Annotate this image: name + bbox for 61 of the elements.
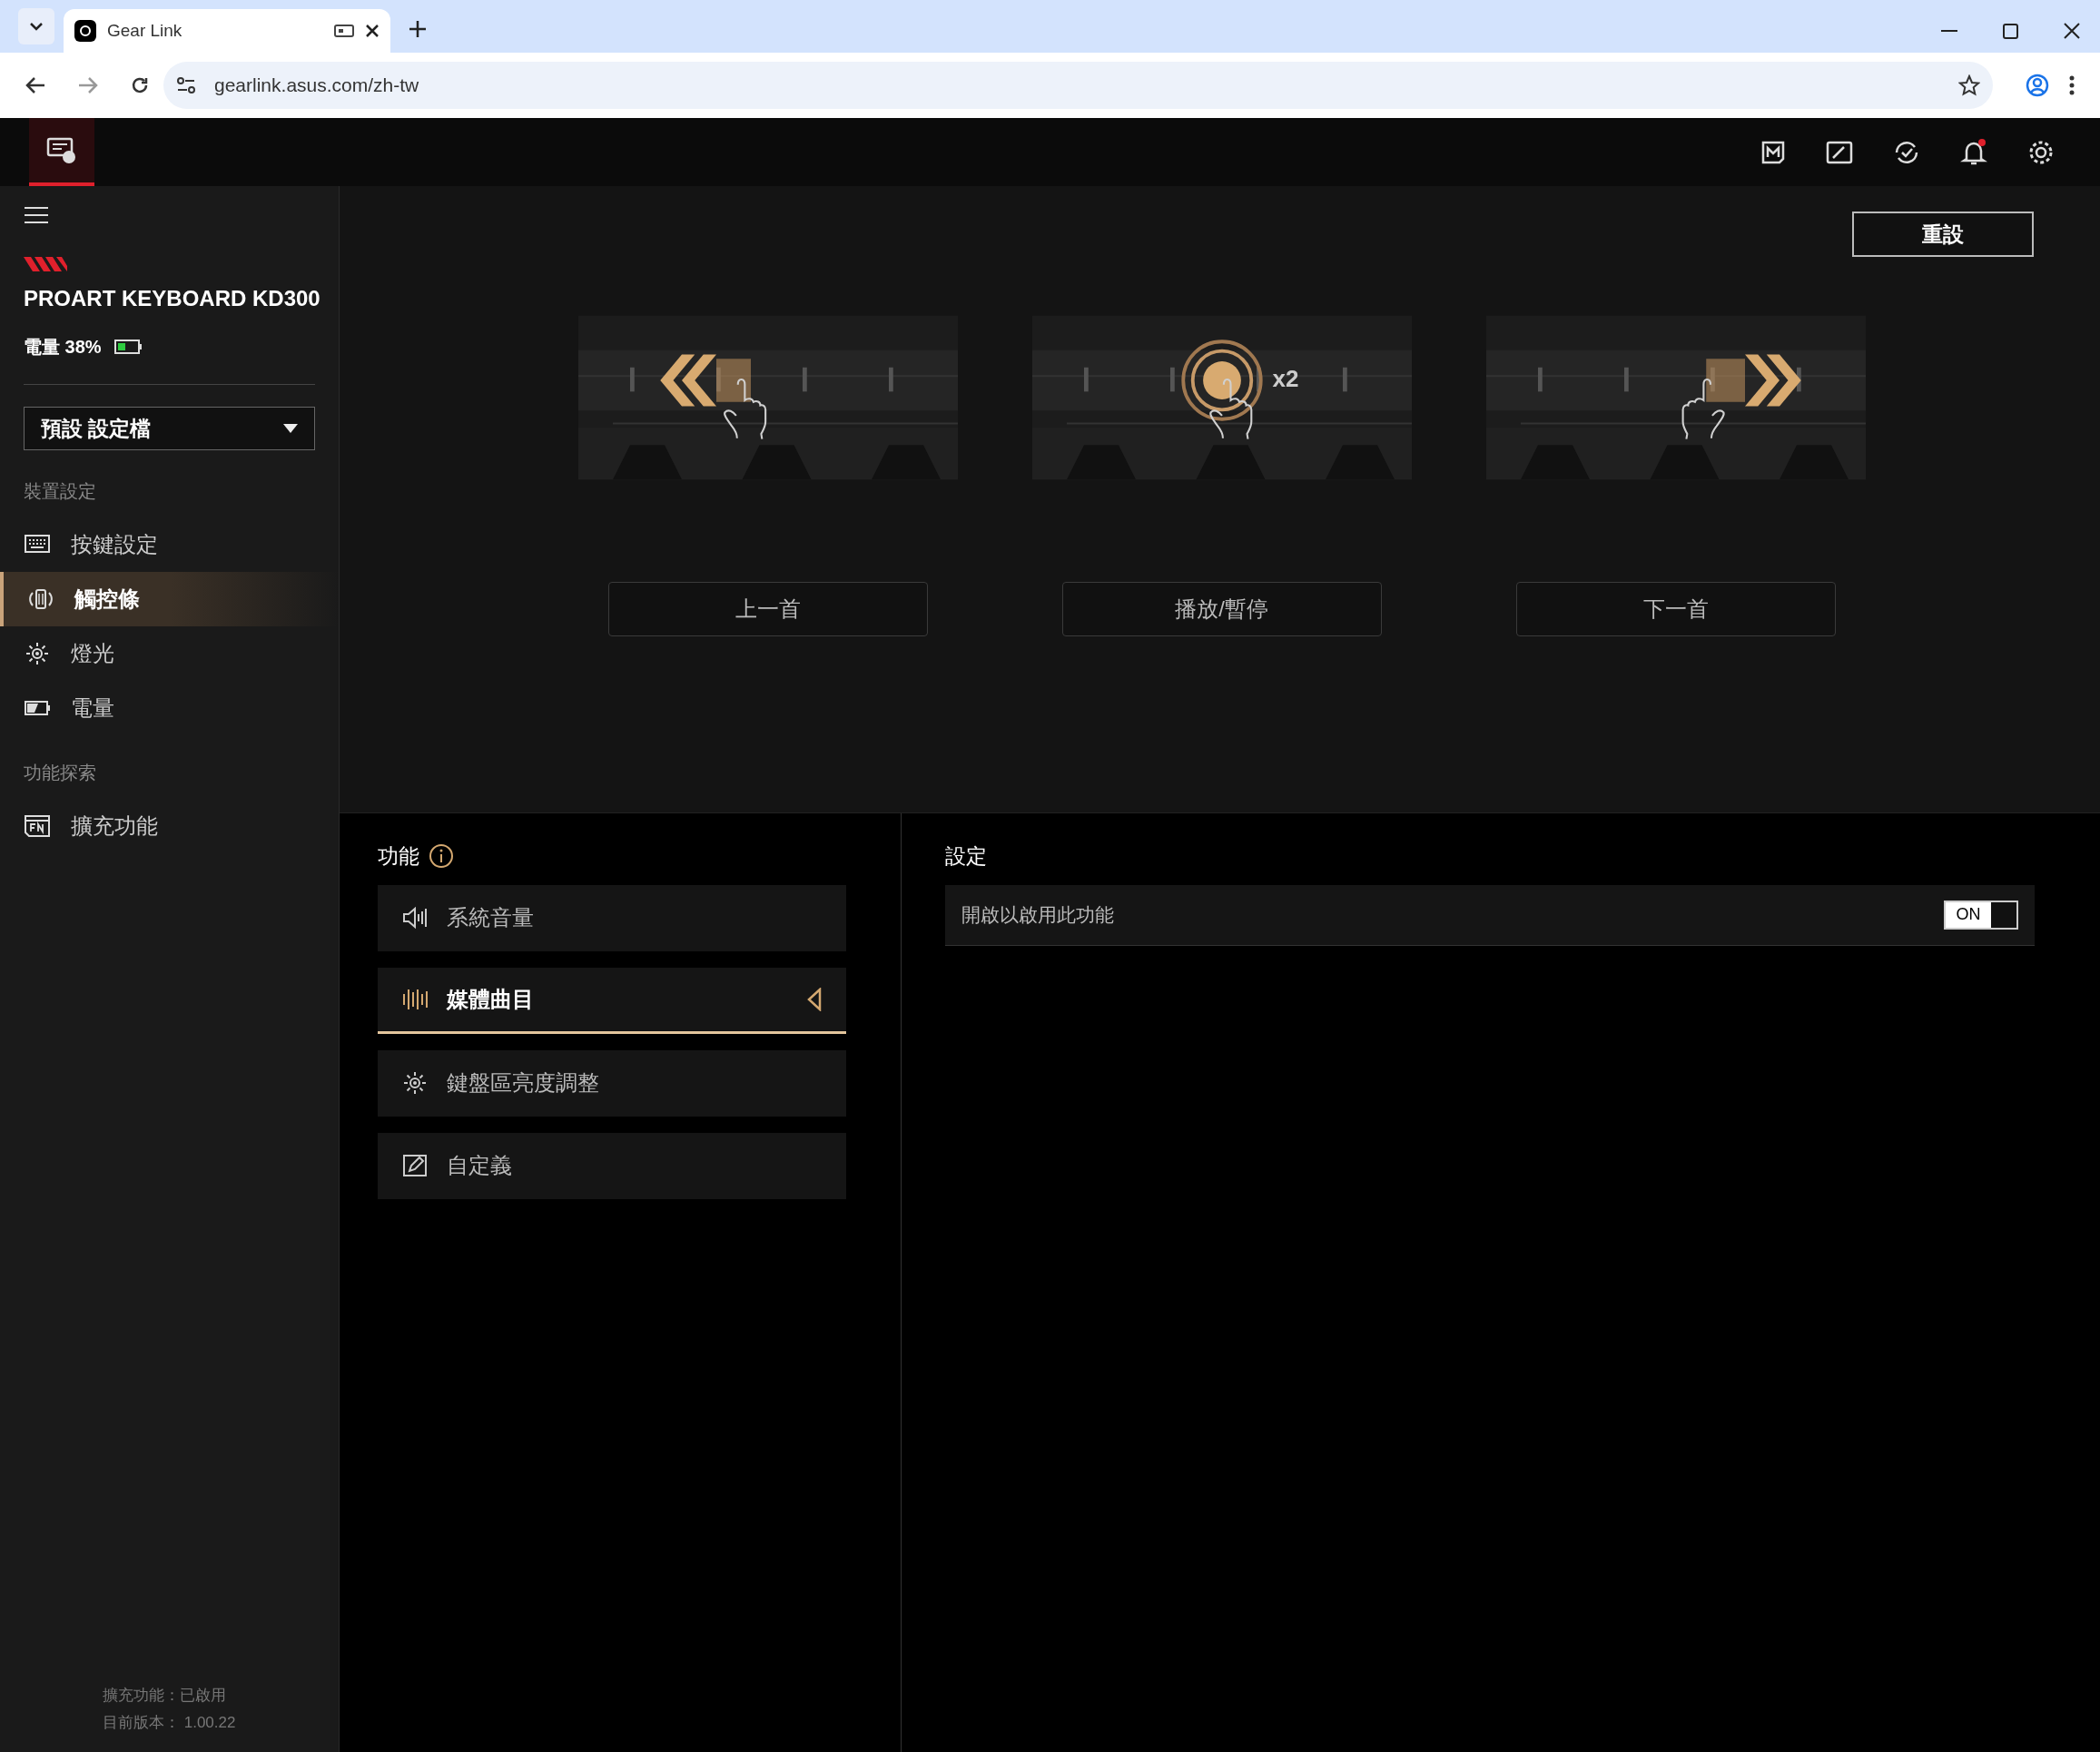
notification-icon[interactable]	[1960, 138, 1987, 166]
minimize-icon[interactable]	[1941, 29, 1957, 33]
section-title: 功能	[378, 843, 419, 870]
brightness-icon	[24, 640, 51, 667]
forward-icon[interactable]	[78, 76, 98, 94]
reload-icon[interactable]	[131, 76, 149, 94]
footer-text: 擴充功能：已啟用	[103, 1686, 227, 1706]
profile-icon[interactable]	[2026, 74, 2049, 97]
close-icon[interactable]	[2064, 23, 2080, 39]
sidebar-item[interactable]: 擴充功能	[0, 799, 339, 853]
battery-icon	[113, 340, 142, 354]
maximize-icon[interactable]	[2003, 23, 2018, 39]
sync-check-icon[interactable]	[1893, 139, 1920, 165]
info-icon[interactable]	[429, 843, 454, 870]
url-text: gearlink.asus.com/zh-tw	[214, 74, 420, 98]
reset-button[interactable]: 重設	[1852, 212, 2034, 257]
footer-text: 目前版本： 1.00.22	[103, 1712, 237, 1733]
action-button[interactable]: 播放/暫停	[1061, 582, 1382, 636]
edit-icon	[401, 1152, 429, 1179]
toggle-switch[interactable]: ON	[1944, 900, 2018, 930]
section-heading: 功能探索	[24, 762, 97, 784]
device-name: PROART KEYBOARD KD300	[24, 285, 321, 312]
function-item[interactable]: 自定義	[378, 1132, 846, 1199]
action-button[interactable]: 下一首	[1515, 582, 1836, 636]
caret-icon	[283, 424, 298, 433]
brand-stripes-icon	[24, 257, 67, 271]
speaker-icon	[401, 904, 429, 931]
function-item[interactable]: 媒體曲目	[378, 967, 846, 1034]
menu-icon[interactable]	[25, 206, 48, 224]
tap-count-text: x2	[1272, 364, 1299, 394]
m-icon[interactable]	[1760, 139, 1786, 165]
battery-text: 電量 38%	[24, 336, 102, 359]
section-title: 設定	[945, 843, 988, 870]
close-icon[interactable]	[365, 24, 380, 38]
image-edit-icon[interactable]	[1826, 139, 1853, 165]
brightness-icon	[401, 1069, 429, 1097]
sidebar-item[interactable]: 燈光	[0, 626, 339, 681]
sidebar-item[interactable]: 按鍵設定	[0, 517, 339, 572]
address-bar[interactable]: gearlink.asus.com/zh-tw	[163, 62, 1993, 109]
app-logo-icon	[74, 20, 96, 42]
back-icon[interactable]	[25, 76, 45, 94]
sidebar-item[interactable]: 電量	[0, 681, 339, 735]
section-heading: 裝置設定	[24, 480, 97, 503]
site-settings-icon[interactable]	[176, 76, 196, 94]
triangle-left-icon	[806, 987, 823, 1011]
function-item[interactable]: 系統音量	[378, 884, 846, 951]
keyboard-chat-icon	[46, 136, 77, 164]
new-tab-icon[interactable]	[409, 20, 427, 38]
media-icon	[334, 24, 354, 38]
chevron-down-icon	[29, 22, 44, 31]
settings-label: 開啟以啟用此功能	[961, 902, 1115, 927]
tab-list-button[interactable]	[18, 8, 54, 44]
tab-title: Gear Link	[107, 19, 183, 42]
browser-tab[interactable]: Gear Link	[64, 9, 390, 53]
fn-key-icon	[24, 812, 51, 840]
device-tab[interactable]	[29, 118, 94, 186]
more-icon[interactable]	[2069, 75, 2075, 95]
action-button[interactable]: 上一首	[607, 582, 928, 636]
star-icon[interactable]	[1958, 74, 1980, 96]
function-item[interactable]: 鍵盤區亮度調整	[378, 1049, 846, 1117]
profile-dropdown[interactable]: 預設 設定檔	[24, 407, 315, 450]
